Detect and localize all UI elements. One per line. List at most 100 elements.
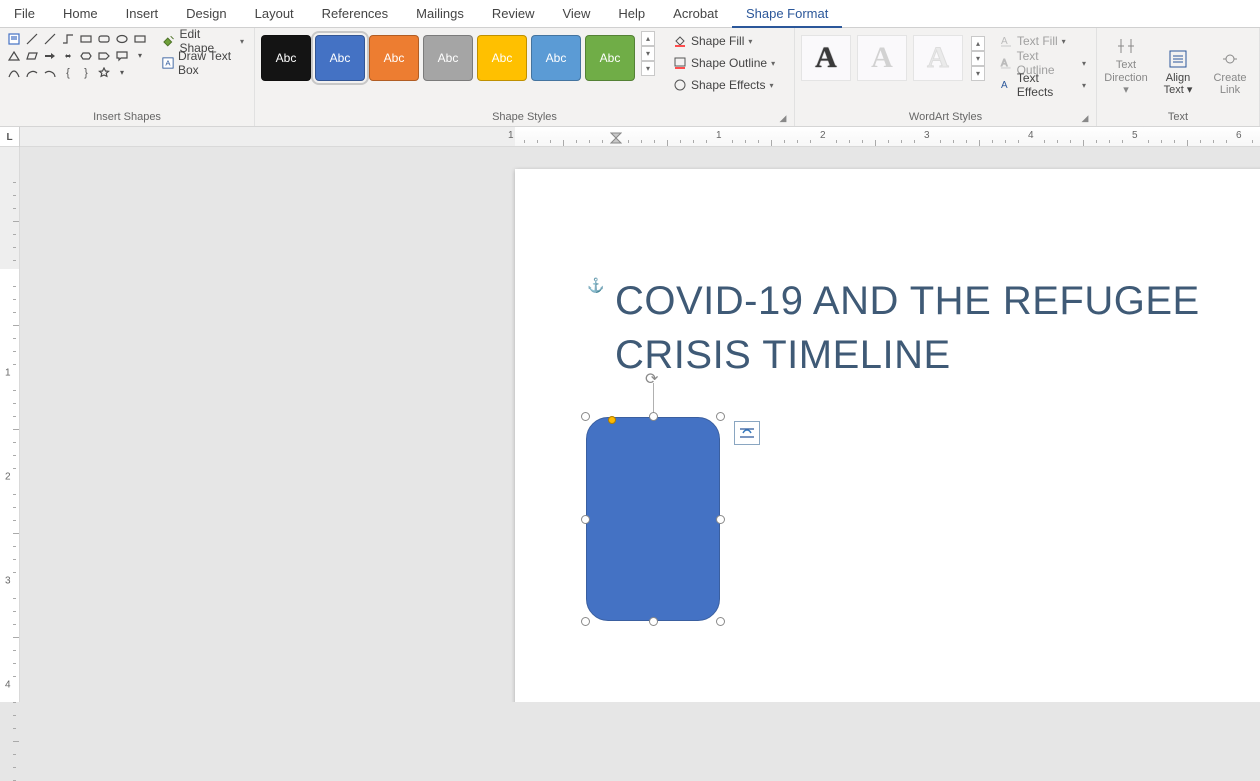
shape-parallelogram-icon[interactable] <box>24 48 40 63</box>
rotation-handle-icon[interactable]: ⟳ <box>645 369 658 389</box>
wa-up-icon[interactable]: ▴ <box>971 36 985 51</box>
tab-file[interactable]: File <box>0 0 49 28</box>
tab-home[interactable]: Home <box>49 0 112 28</box>
shape-effects-button[interactable]: Shape Effects ▾ <box>669 75 779 95</box>
shape-style-0[interactable]: Abc <box>261 35 311 81</box>
tab-layout[interactable]: Layout <box>241 0 308 28</box>
vertical-ruler[interactable]: 1234 <box>0 147 20 702</box>
rounded-rectangle-shape[interactable] <box>586 417 720 621</box>
dialog-launcher-icon[interactable]: ◢ <box>1080 113 1090 123</box>
tab-references[interactable]: References <box>308 0 402 28</box>
document-canvas[interactable]: ⚓ COVID-19 AND THE REFUGEE CRISIS TIMELI… <box>20 147 1260 702</box>
create-link-label: CreateLink <box>1213 72 1246 97</box>
link-icon <box>1219 48 1241 70</box>
shape-connector-icon[interactable] <box>60 31 76 46</box>
page: ⚓ COVID-19 AND THE REFUGEE CRISIS TIMELI… <box>515 169 1260 702</box>
shape-arrow-r-icon[interactable] <box>42 48 58 63</box>
shape-more1-icon[interactable] <box>132 31 148 46</box>
resize-handle-br[interactable] <box>716 617 725 626</box>
tab-help[interactable]: Help <box>604 0 659 28</box>
document-title[interactable]: COVID-19 AND THE REFUGEE CRISIS TIMELINE <box>615 274 1260 382</box>
dialog-launcher-icon[interactable]: ◢ <box>778 113 788 123</box>
tab-mailings[interactable]: Mailings <box>402 0 478 28</box>
shape-hex-icon[interactable] <box>78 48 94 63</box>
selected-shape[interactable]: ⟳ <box>582 413 724 625</box>
shape-line2-icon[interactable] <box>42 31 58 46</box>
bucket-icon <box>673 34 687 48</box>
wa-down-icon[interactable]: ▾ <box>971 51 985 66</box>
shape-arc2-icon[interactable] <box>42 65 58 80</box>
align-text-label: AlignText ▾ <box>1164 72 1193 97</box>
chevron-down-icon: ▾ <box>240 37 244 46</box>
draw-text-box-button[interactable]: A Draw Text Box <box>158 53 248 73</box>
resize-handle-tl[interactable] <box>581 412 590 421</box>
shape-expand-icon[interactable]: ▾ <box>114 65 130 80</box>
wordart-style-3[interactable]: A <box>913 35 963 81</box>
wordart-style-2[interactable]: A <box>857 35 907 81</box>
style-more-icon[interactable]: ▾ <box>641 61 655 76</box>
style-up-icon[interactable]: ▴ <box>641 31 655 46</box>
resize-handle-t[interactable] <box>649 412 658 421</box>
layout-options-icon <box>739 426 755 440</box>
tab-shape-format[interactable]: Shape Format <box>732 0 842 28</box>
resize-handle-bl[interactable] <box>581 617 590 626</box>
tab-insert[interactable]: Insert <box>112 0 173 28</box>
group-insert-shapes: ▾ { } ▾ Edit Shape ▾ A Draw Text Box <box>0 28 255 126</box>
shape-pent-icon[interactable] <box>96 48 112 63</box>
shape-brace-r-icon[interactable]: } <box>78 65 94 80</box>
shape-arc-icon[interactable] <box>24 65 40 80</box>
adjustment-handle[interactable] <box>608 416 616 424</box>
horizontal-ruler[interactable]: 1123456 <box>20 127 1260 146</box>
resize-handle-b[interactable] <box>649 617 658 626</box>
tab-selector[interactable]: L <box>0 127 20 147</box>
wordart-gallery-nav[interactable]: ▴ ▾ ▾ <box>971 36 985 81</box>
shape-arrow-lr-icon[interactable] <box>60 48 76 63</box>
text-effects-button[interactable]: A Text Effects ▾ <box>995 75 1090 95</box>
shape-textbox-icon[interactable] <box>6 31 22 46</box>
shape-callout-icon[interactable] <box>114 48 130 63</box>
chevron-down-icon: ▾ <box>1082 81 1086 90</box>
text-effects-icon: A <box>999 78 1013 92</box>
style-gallery-nav[interactable]: ▴ ▾ ▾ <box>641 31 655 76</box>
shapes-gallery[interactable]: ▾ { } ▾ <box>6 31 148 80</box>
tab-acrobat[interactable]: Acrobat <box>659 0 732 28</box>
shape-style-1[interactable]: Abc <box>315 35 365 81</box>
resize-handle-r[interactable] <box>716 515 725 524</box>
wa-more-icon[interactable]: ▾ <box>971 66 985 81</box>
text-effects-label: Text Effects <box>1017 71 1078 99</box>
shape-roundrect-icon[interactable] <box>96 31 112 46</box>
edit-shape-button[interactable]: Edit Shape ▾ <box>158 31 248 51</box>
draw-text-box-label: Draw Text Box <box>178 49 244 77</box>
shape-triangle-icon[interactable] <box>6 48 22 63</box>
wordart-style-1[interactable]: A <box>801 35 851 81</box>
shape-style-gallery[interactable]: AbcAbcAbcAbcAbcAbcAbc <box>261 35 635 81</box>
wordart-gallery[interactable]: A A A ▴ ▾ ▾ <box>801 35 985 81</box>
anchor-icon: ⚓ <box>587 277 604 294</box>
layout-options-button[interactable] <box>734 421 760 445</box>
style-down-icon[interactable]: ▾ <box>641 46 655 61</box>
resize-handle-tr[interactable] <box>716 412 725 421</box>
shape-outline-button[interactable]: Shape Outline ▾ <box>669 53 779 73</box>
shape-rect-icon[interactable] <box>78 31 94 46</box>
group-text: TextDirection ▾ AlignText ▾ CreateLink T… <box>1097 28 1260 126</box>
shape-brace-l-icon[interactable]: { <box>60 65 76 80</box>
shape-more-caret-icon[interactable]: ▾ <box>132 48 148 63</box>
resize-handle-l[interactable] <box>581 515 590 524</box>
text-fill-icon: A <box>999 34 1013 48</box>
tab-view[interactable]: View <box>548 0 604 28</box>
tab-design[interactable]: Design <box>172 0 240 28</box>
shape-style-2[interactable]: Abc <box>369 35 419 81</box>
align-text-button[interactable]: AlignText ▾ <box>1155 33 1201 97</box>
menu-bar: File Home Insert Design Layout Reference… <box>0 0 1260 28</box>
shape-style-5[interactable]: Abc <box>531 35 581 81</box>
shape-style-6[interactable]: Abc <box>585 35 635 81</box>
shape-ellipse-icon[interactable] <box>114 31 130 46</box>
shape-fill-button[interactable]: Shape Fill ▾ <box>669 31 779 51</box>
shape-curve-icon[interactable] <box>6 65 22 80</box>
shape-style-3[interactable]: Abc <box>423 35 473 81</box>
shape-star-icon[interactable] <box>96 65 112 80</box>
shape-style-4[interactable]: Abc <box>477 35 527 81</box>
chevron-down-icon: ▾ <box>1082 59 1086 68</box>
tab-review[interactable]: Review <box>478 0 549 28</box>
shape-line-icon[interactable] <box>24 31 40 46</box>
